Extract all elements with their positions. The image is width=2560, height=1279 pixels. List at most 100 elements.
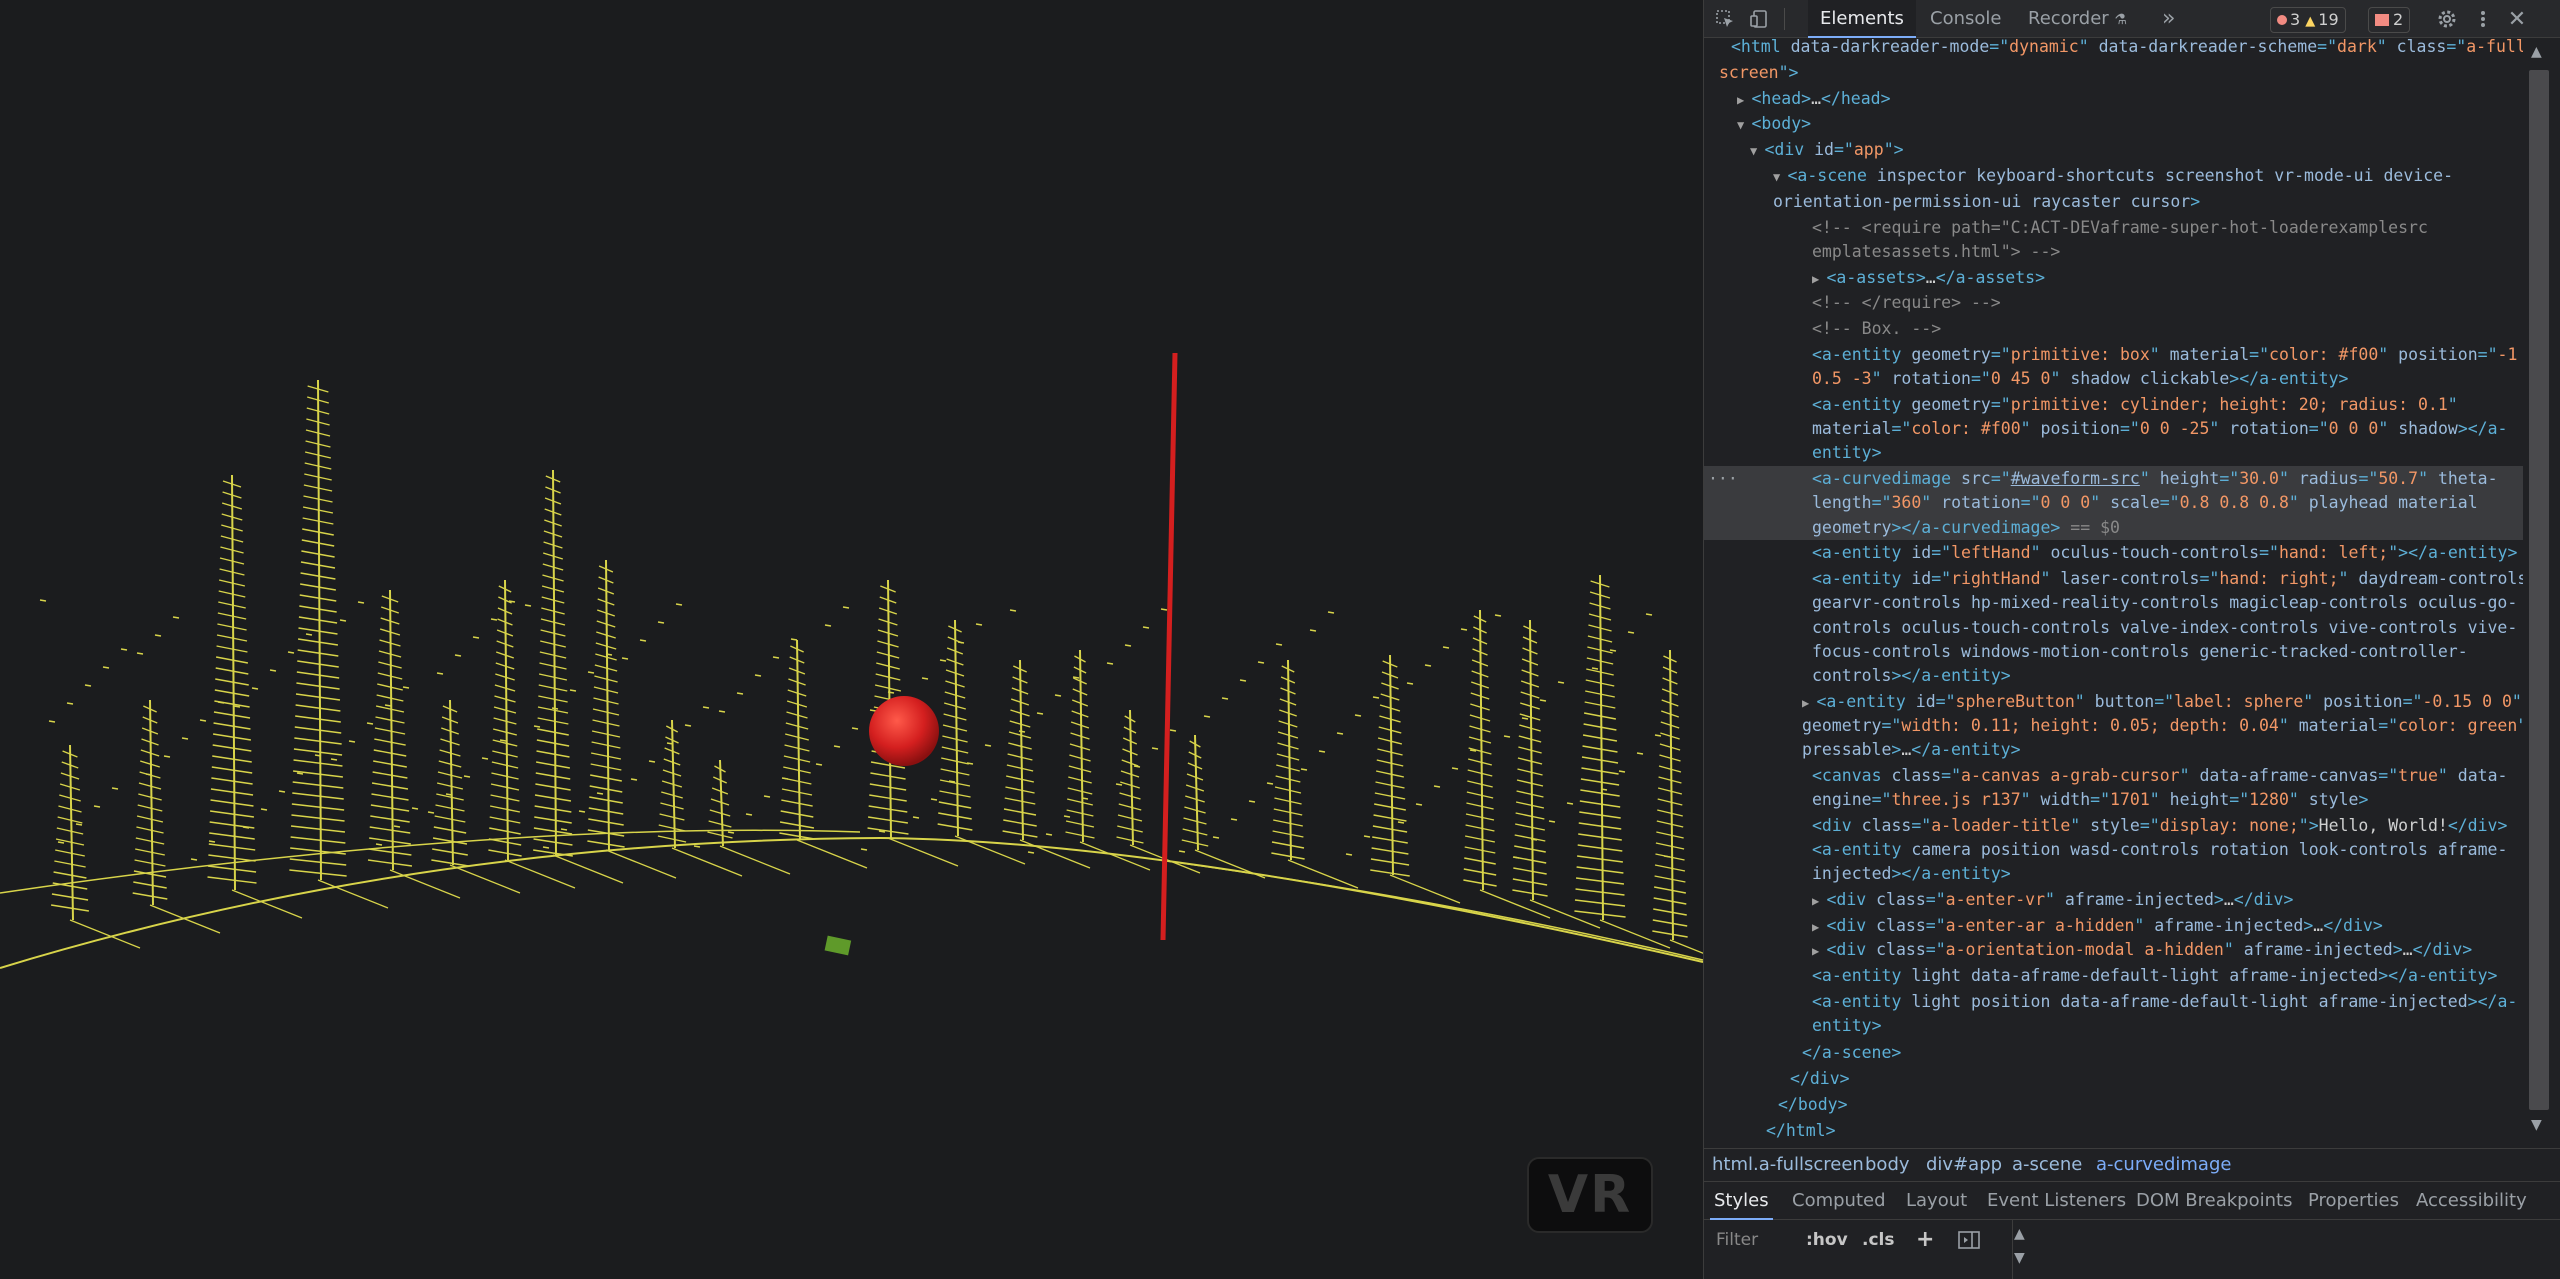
breadcrumb-html[interactable]: html.a-fullscreen: [1712, 1149, 1864, 1181]
dom-node-line[interactable]: injected></a-entity>: [1812, 861, 2011, 886]
issues-counter[interactable]: 3 ▲ 19: [2270, 7, 2346, 33]
dom-node-line[interactable]: screen">: [1719, 60, 1798, 85]
dom-node-line[interactable]: ▶ <a-assets>…</a-assets>: [1812, 265, 2045, 292]
collapse-arrow-icon[interactable]: ▼: [1773, 170, 1787, 184]
expand-arrow-icon[interactable]: ▶: [1802, 696, 1816, 710]
dom-node-line[interactable]: emplatesassets.html"> -->: [1812, 239, 2060, 264]
dom-node-line[interactable]: ▶ <div class="a-enter-ar a-hidden" afram…: [1812, 913, 2383, 940]
dom-node-line[interactable]: controls oculus-touch-controls valve-ind…: [1812, 615, 2517, 640]
device-toolbar-icon[interactable]: [1746, 6, 1772, 32]
subtab-accessibility[interactable]: Accessibility: [2416, 1182, 2527, 1220]
breadcrumb-a-scene[interactable]: a-scene: [2012, 1149, 2082, 1181]
expand-arrow-icon[interactable]: ▶: [1812, 894, 1826, 908]
dom-node-line[interactable]: <div class="a-loader-title" style="displ…: [1812, 813, 2507, 838]
tab-elements[interactable]: Elements: [1808, 0, 1916, 38]
cls-toggle-button[interactable]: .cls: [1862, 1226, 1894, 1254]
waveform-speck: [1115, 783, 1123, 786]
scrollbar-up-arrow-icon[interactable]: ▲: [2531, 44, 2542, 60]
scrollbar-down-arrow-icon[interactable]: ▼: [2531, 1117, 2542, 1133]
dom-node-line[interactable]: </body>: [1778, 1092, 1848, 1117]
enter-vr-button[interactable]: VR: [1527, 1157, 1653, 1233]
more-options-icon[interactable]: [2470, 6, 2496, 32]
tab-recorder[interactable]: Recorder ⚗: [2028, 0, 2127, 38]
inspect-element-icon[interactable]: [1712, 6, 1738, 32]
subtab-computed[interactable]: Computed: [1792, 1182, 1886, 1220]
dom-node-line[interactable]: ▼ <body>: [1737, 111, 1811, 138]
breadcrumb-a-curvedimage[interactable]: a-curvedimage: [2096, 1149, 2231, 1181]
expand-arrow-icon[interactable]: ▶: [1737, 93, 1751, 107]
dom-node-line[interactable]: gearvr-controls hp-mixed-reality-control…: [1812, 590, 2517, 615]
expand-arrow-icon[interactable]: ▶: [1812, 944, 1826, 958]
toggle-computed-sidebar-icon[interactable]: [1958, 1226, 1980, 1254]
dom-node-line[interactable]: <!-- Box. -->: [1812, 316, 1941, 341]
waveform-tick: [51, 893, 89, 901]
subtab-event-listeners[interactable]: Event Listeners: [1987, 1182, 2126, 1220]
dom-node-line[interactable]: <a-entity geometry="primitive: box" mate…: [1812, 342, 2517, 367]
node-actions-ellipsis-icon[interactable]: ···: [1708, 466, 1738, 491]
filter-input[interactable]: Filter: [1712, 1226, 1804, 1254]
dom-node-line[interactable]: controls></a-entity>: [1812, 663, 2011, 688]
dom-node-line[interactable]: ▼ <a-scene inspector keyboard-shortcuts …: [1773, 163, 2453, 190]
dom-node-line[interactable]: engine="three.js r137" width="1701" heig…: [1812, 787, 2368, 812]
dom-node-line[interactable]: ▶ <div class="a-orientation-modal a-hidd…: [1812, 937, 2472, 964]
breadcrumb-div-app[interactable]: div#app: [1926, 1149, 2002, 1181]
waveform-tick: [207, 876, 257, 884]
dom-node-line[interactable]: <html data-darkreader-mode="dynamic" dat…: [1731, 38, 2524, 59]
dom-node-line[interactable]: focus-controls windows-motion-controls g…: [1812, 639, 2468, 664]
dom-node-line[interactable]: material="color: #f00" position="0 0 -25…: [1812, 416, 2507, 441]
collapse-arrow-icon[interactable]: ▼: [1737, 118, 1751, 132]
dom-node-line[interactable]: <canvas class="a-canvas a-grab-cursor" d…: [1812, 763, 2507, 788]
dom-tree[interactable]: <html data-darkreader-mode="dynamic" dat…: [1704, 38, 2524, 1144]
waveform-tick: [1067, 798, 1093, 806]
dom-token: a-loader-title: [1931, 816, 2071, 835]
tab-console[interactable]: Console: [1930, 0, 2001, 38]
dom-node-line[interactable]: ▶ <div class="a-enter-vr" aframe-injecte…: [1812, 887, 2293, 914]
dom-node-line[interactable]: <a-entity id="leftHand" oculus-touch-con…: [1812, 540, 2517, 565]
new-style-rule-button[interactable]: +: [1916, 1226, 1934, 1254]
dom-node-line[interactable]: geometry></a-curvedimage> == $0: [1704, 515, 2524, 540]
dom-node-line[interactable]: <a-entity id="rightHand" laser-controls=…: [1812, 566, 2524, 591]
scroll-down-arrow-icon[interactable]: ▼: [2014, 1244, 2025, 1272]
dom-node-line[interactable]: entity>: [1812, 1013, 1882, 1038]
dom-node-line[interactable]: </html>: [1766, 1118, 1836, 1143]
dom-node-line[interactable]: orientation-permission-ui raycaster curs…: [1773, 189, 2200, 214]
dom-node-line[interactable]: entity>: [1812, 440, 1882, 465]
dom-node-line[interactable]: ▼ <div id="app">: [1750, 137, 1904, 164]
aframe-scene-viewport[interactable]: VR: [0, 0, 1703, 1279]
issues-badge[interactable]: 2: [2368, 7, 2411, 33]
dom-node-line[interactable]: <a-curvedimage src="#waveform-src" heigh…: [1704, 466, 2524, 491]
subtab-styles[interactable]: Styles: [1710, 1182, 1773, 1220]
dom-node-line[interactable]: geometry="width: 0.11; height: 0.05; dep…: [1802, 713, 2524, 738]
dom-token: ": [2149, 790, 2170, 809]
settings-gear-icon[interactable]: [2434, 6, 2460, 32]
dom-node-line[interactable]: <a-entity camera position wasd-controls …: [1812, 837, 2507, 862]
subtab-properties[interactable]: Properties: [2308, 1182, 2399, 1220]
dom-node-line[interactable]: </a-scene>: [1802, 1040, 1901, 1065]
expand-arrow-icon[interactable]: ▶: [1812, 272, 1826, 286]
dom-node-line[interactable]: <!-- </require> -->: [1812, 290, 2001, 315]
more-tabs-button[interactable]: »: [2162, 0, 2175, 38]
dom-node-line[interactable]: <!-- <require path="C:ACT-DEVaframe-supe…: [1812, 215, 2428, 240]
expand-arrow-icon[interactable]: ▶: [1812, 920, 1826, 934]
dom-node-line[interactable]: length="360" rotation="0 0 0" scale="0.8…: [1704, 490, 2524, 515]
waveform-tick: [537, 728, 569, 736]
collapse-arrow-icon[interactable]: ▼: [1750, 144, 1764, 158]
dom-node-line[interactable]: pressable>…</a-entity>: [1802, 737, 2021, 762]
subtab-dom-breakpoints[interactable]: DOM Breakpoints: [2136, 1182, 2292, 1220]
dom-node-line[interactable]: <a-entity light data-aframe-default-ligh…: [1812, 963, 2497, 988]
waveform-speck: [1009, 609, 1017, 612]
subtab-layout[interactable]: Layout: [1906, 1182, 1967, 1220]
dom-node-line[interactable]: 0.5 -3" rotation="0 45 0" shadow clickab…: [1812, 366, 2349, 391]
dom-node-line[interactable]: ▶ <head>…</head>: [1737, 86, 1891, 113]
scene-canvas[interactable]: [0, 0, 1703, 1279]
dom-node-line[interactable]: </div>: [1790, 1066, 1850, 1091]
waveform-speck: [1654, 734, 1662, 737]
dom-node-line[interactable]: <a-entity geometry="primitive: cylinder;…: [1812, 392, 2458, 417]
hov-toggle-button[interactable]: :hov: [1806, 1226, 1848, 1254]
breadcrumb-body[interactable]: body: [1865, 1149, 1910, 1181]
close-icon[interactable]: ✕: [2504, 6, 2530, 32]
scrollbar-thumb[interactable]: [2529, 70, 2549, 1110]
waveform-tick: [52, 882, 88, 890]
dom-node-line[interactable]: ▶ <a-entity id="sphereButton" button="la…: [1802, 689, 2522, 716]
dom-node-line[interactable]: <a-entity light position data-aframe-def…: [1812, 989, 2517, 1014]
